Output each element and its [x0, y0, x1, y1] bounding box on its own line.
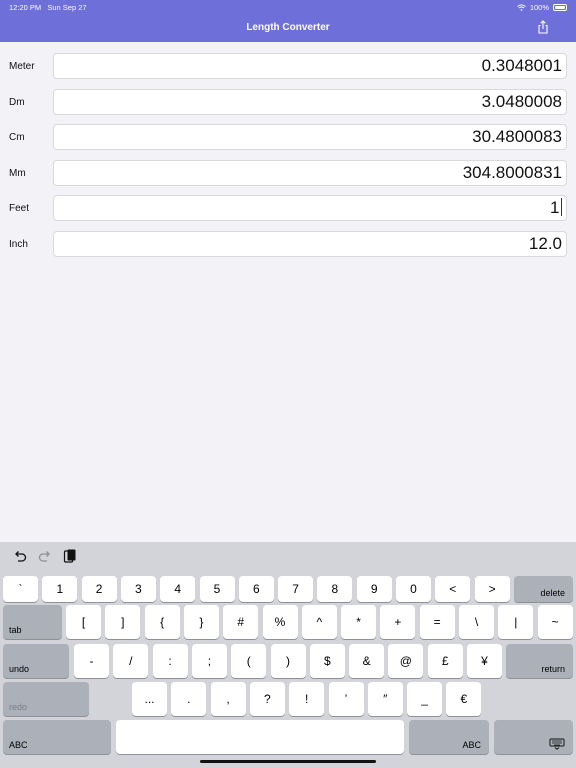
symbol-row3-key-8[interactable]: €: [446, 682, 482, 716]
number-row-key-5[interactable]: 5: [199, 576, 235, 602]
symbol-row2-key-0[interactable]: -: [74, 644, 109, 678]
symbol-row3-key-2[interactable]: ,: [210, 682, 246, 716]
symbol-row1-key-7[interactable]: *: [341, 605, 377, 639]
symbol-row2-key-3[interactable]: ;: [191, 644, 227, 678]
status-bar-right: 100%: [516, 3, 567, 12]
undo-key[interactable]: undo: [3, 644, 69, 678]
inch-row: Inch 12.0: [0, 231, 576, 257]
symbol-row1-key-10[interactable]: \: [459, 605, 494, 639]
symbol-row1-key-12[interactable]: ~: [537, 605, 573, 639]
inch-label: Inch: [9, 239, 28, 250]
number-row-key-11[interactable]: <: [435, 576, 471, 602]
symbol-row2-key-1[interactable]: /: [113, 644, 149, 678]
keyboard-dismiss-icon: [549, 738, 565, 750]
wifi-icon: [516, 4, 526, 11]
symbol-row2-key-7[interactable]: &: [349, 644, 385, 678]
status-date: Sun Sep 27: [47, 3, 87, 12]
dm-value: 3.0480008: [481, 92, 562, 111]
cm-value: 30.4800083: [472, 127, 562, 146]
number-row-key-7[interactable]: 7: [278, 576, 314, 602]
symbol-row2-key-6[interactable]: $: [309, 644, 345, 678]
meter-label: Meter: [9, 61, 35, 72]
symbol-row3-key-7[interactable]: _: [407, 682, 443, 716]
abc-key-left[interactable]: ABC: [3, 720, 111, 754]
status-bar-time: 12:20 PM Sun Sep 27: [9, 3, 87, 12]
space-bar[interactable]: [116, 720, 404, 754]
dm-row: Dm 3.0480008: [0, 89, 576, 115]
redo-icon[interactable]: [37, 548, 53, 564]
page-title: Length Converter: [246, 22, 330, 33]
symbol-row2-key-4[interactable]: (: [231, 644, 267, 678]
number-row-key-1[interactable]: 1: [42, 576, 78, 602]
dm-label: Dm: [9, 97, 25, 108]
battery-percent: 100%: [529, 3, 549, 12]
converter-form: Meter 0.3048001 Dm 3.0480008 Cm 30.48000…: [0, 42, 576, 542]
mm-input[interactable]: 304.8000831: [53, 160, 567, 186]
return-key[interactable]: return: [506, 644, 573, 678]
abc-key-right[interactable]: ABC: [409, 720, 489, 754]
text-cursor: [560, 198, 562, 216]
inch-value: 12.0: [528, 234, 562, 253]
symbol-row3-key-6[interactable]: ″: [367, 682, 403, 716]
keyboard-dismiss-key[interactable]: [494, 720, 573, 754]
symbol-row1-key-2[interactable]: {: [144, 605, 180, 639]
cm-row: Cm 30.4800083: [0, 124, 576, 150]
symbol-row2-key-9[interactable]: £: [427, 644, 463, 678]
mm-row: Mm 304.8000831: [0, 160, 576, 186]
meter-input[interactable]: 0.3048001: [53, 53, 567, 79]
mm-label: Mm: [9, 168, 26, 179]
onscreen-keyboard: ` 1 2 3 4 5 6 7 8 9 0 < > delete tab []{} #% ^ * + = \ | ~ u…: [0, 542, 576, 768]
undo-icon[interactable]: [12, 548, 28, 564]
symbol-row3-key-1[interactable]: .: [171, 682, 207, 716]
number-row-key-6[interactable]: 6: [238, 576, 274, 602]
share-icon[interactable]: [536, 20, 550, 34]
navigation-bar: 12:20 PM Sun Sep 27 100% Length Converte…: [0, 0, 576, 42]
feet-label: Feet: [9, 203, 30, 214]
meter-row: Meter 0.3048001: [0, 53, 576, 79]
symbol-row1-key-0[interactable]: [: [66, 605, 101, 639]
number-row-key-3[interactable]: 3: [120, 576, 156, 602]
number-row-key-2[interactable]: 2: [81, 576, 117, 602]
dm-input[interactable]: 3.0480008: [53, 89, 567, 115]
symbol-row2-key-10[interactable]: ¥: [467, 644, 502, 678]
symbol-row1-key-9[interactable]: =: [419, 605, 455, 639]
delete-key[interactable]: delete: [514, 576, 573, 602]
symbol-row3-key-3[interactable]: ?: [249, 682, 285, 716]
number-row-key-4[interactable]: 4: [160, 576, 196, 602]
symbol-row2-key-5[interactable]: ): [270, 644, 306, 678]
symbol-row3-key-5[interactable]: ’: [328, 682, 364, 716]
redo-key[interactable]: redo: [3, 682, 89, 716]
symbol-row1-key-11[interactable]: |: [498, 605, 534, 639]
symbol-row1-key-4[interactable]: #: [223, 605, 259, 639]
symbol-row2-key-2[interactable]: :: [152, 644, 188, 678]
number-row-key-0[interactable]: `: [3, 576, 38, 602]
feet-input[interactable]: 1: [53, 195, 567, 221]
number-row-key-8[interactable]: 8: [317, 576, 353, 602]
symbol-row3-key-0[interactable]: ...: [132, 682, 167, 716]
paste-icon[interactable]: [62, 548, 78, 564]
inch-input[interactable]: 12.0: [53, 231, 567, 257]
symbol-row2-key-8[interactable]: @: [388, 644, 424, 678]
cm-label: Cm: [9, 132, 25, 143]
number-row-key-9[interactable]: 9: [356, 576, 392, 602]
status-time: 12:20 PM: [9, 3, 42, 12]
symbol-row3-key-4[interactable]: !: [289, 682, 325, 716]
feet-row: Feet 1: [0, 195, 576, 221]
symbol-row1-key-5[interactable]: %: [262, 605, 298, 639]
number-row-key-10[interactable]: 0: [396, 576, 431, 602]
meter-value: 0.3048001: [481, 56, 562, 75]
symbol-row1-key-3[interactable]: }: [183, 605, 219, 639]
home-indicator: [200, 760, 376, 763]
mm-value: 304.8000831: [462, 163, 562, 182]
symbol-row1-key-8[interactable]: +: [380, 605, 416, 639]
battery-icon: [553, 4, 567, 11]
number-row-key-12[interactable]: >: [474, 576, 510, 602]
symbol-row1-key-1[interactable]: ]: [105, 605, 141, 639]
tab-key[interactable]: tab: [3, 605, 62, 639]
symbol-row1-key-6[interactable]: ^: [301, 605, 337, 639]
feet-value: 1: [550, 198, 560, 217]
cm-input[interactable]: 30.4800083: [53, 124, 567, 150]
